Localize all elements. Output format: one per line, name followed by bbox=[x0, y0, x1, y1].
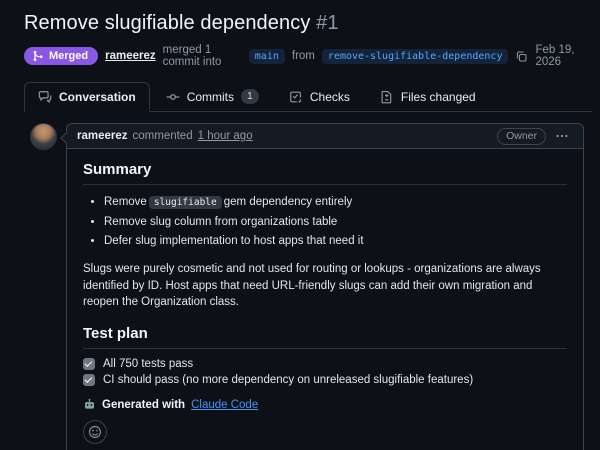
avatar[interactable] bbox=[30, 123, 57, 150]
summary-paragraph: Slugs were purely cosmetic and not used … bbox=[83, 263, 541, 309]
merge-action-text: merged 1 commit into bbox=[162, 44, 222, 68]
copy-icon bbox=[515, 50, 528, 63]
from-text: from bbox=[291, 50, 315, 62]
page-title: Remove slugifiable dependency #1 bbox=[24, 12, 584, 35]
base-branch-label[interactable]: main bbox=[248, 48, 285, 64]
smiley-icon bbox=[88, 425, 102, 439]
robot-emoji-icon bbox=[83, 398, 96, 411]
task-item: CI should pass (no more dependency on un… bbox=[83, 374, 567, 387]
pr-timeline: rameerez commented 1 hour ago Owner Summ… bbox=[0, 112, 600, 450]
merge-status-bar: Merged rameerez merged 1 commit into mai… bbox=[24, 44, 584, 68]
pr-title-text: Remove slugifiable dependency bbox=[24, 12, 311, 34]
task-item: All 750 tests pass bbox=[83, 358, 567, 371]
owner-badge: Owner bbox=[497, 127, 546, 145]
inline-code: slugifiable bbox=[148, 196, 222, 209]
tab-conversation[interactable]: Conversation bbox=[24, 82, 150, 112]
tab-files-changed[interactable]: Files changed bbox=[366, 82, 490, 112]
generated-with-text: Generated with bbox=[102, 398, 186, 411]
task-label: CI should pass (no more dependency on un… bbox=[103, 374, 474, 387]
task-checkbox-checked[interactable] bbox=[83, 374, 95, 387]
comment-options-button[interactable] bbox=[551, 127, 573, 145]
tab-checks-label: Checks bbox=[309, 90, 350, 104]
task-checkbox-checked[interactable] bbox=[83, 358, 95, 371]
comment-discussion-icon bbox=[38, 90, 52, 104]
bullet-text: gem dependency entirely bbox=[223, 196, 353, 208]
list-item: Defer slug implementation to host apps t… bbox=[104, 233, 567, 250]
bullet-text: Remove bbox=[104, 196, 147, 208]
head-branch-label[interactable]: remove-slugifiable-dependency bbox=[321, 48, 509, 64]
checklist-icon bbox=[289, 90, 303, 104]
comment-author-link[interactable]: rameerez bbox=[77, 130, 128, 142]
pr-number: #1 bbox=[316, 12, 339, 34]
merged-state-badge: Merged bbox=[24, 47, 99, 65]
list-item: Remove slug column from organizations ta… bbox=[104, 214, 567, 231]
author-link[interactable]: rameerez bbox=[105, 50, 156, 62]
commits-counter: 1 bbox=[241, 89, 259, 104]
merged-label: Merged bbox=[49, 50, 89, 62]
summary-heading: Summary bbox=[83, 161, 567, 185]
pr-description-comment: rameerez commented 1 hour ago Owner Summ… bbox=[60, 123, 584, 450]
tab-conversation-label: Conversation bbox=[59, 90, 136, 104]
tab-checks[interactable]: Checks bbox=[275, 82, 364, 112]
test-plan-heading: Test plan bbox=[83, 325, 567, 350]
pr-tab-nav: Conversation Commits 1 Checks Files chan… bbox=[24, 81, 592, 112]
copy-branch-button[interactable] bbox=[515, 50, 528, 63]
comment-header: rameerez commented 1 hour ago Owner bbox=[67, 124, 583, 149]
generated-with-line: Generated with Claude Code bbox=[83, 398, 567, 411]
task-label: All 750 tests pass bbox=[103, 358, 194, 371]
kebab-icon bbox=[555, 129, 569, 143]
tab-files-changed-label: Files changed bbox=[400, 90, 476, 104]
comment-timestamp-link[interactable]: 1 hour ago bbox=[198, 130, 253, 142]
comment-action-text: commented bbox=[132, 130, 193, 142]
merge-date: Feb 19, 2026 bbox=[535, 44, 575, 68]
tab-commits[interactable]: Commits 1 bbox=[152, 81, 273, 112]
pr-page: Remove slugifiable dependency #1 Merged … bbox=[0, 0, 600, 112]
tab-commits-label: Commits bbox=[186, 89, 235, 104]
file-diff-icon bbox=[380, 90, 394, 104]
list-item: Removeslugifiablegem dependency entirely bbox=[104, 194, 567, 211]
summary-list: Removeslugifiablegem dependency entirely… bbox=[83, 194, 567, 250]
git-commit-icon bbox=[166, 90, 180, 104]
add-reaction-button[interactable] bbox=[83, 420, 107, 445]
comment-body: Summary Removeslugifiablegem dependency … bbox=[67, 149, 583, 450]
claude-code-link[interactable]: Claude Code bbox=[191, 399, 258, 411]
git-merge-icon bbox=[32, 50, 44, 62]
